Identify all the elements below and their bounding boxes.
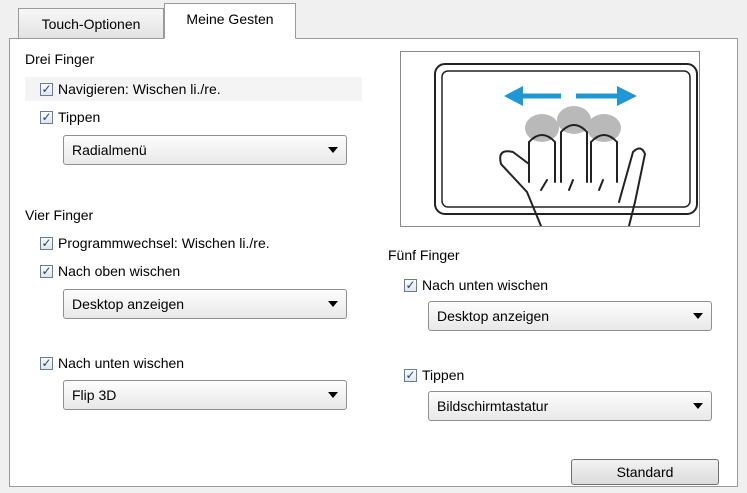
checkbox-label: Nach unten wischen <box>58 355 185 371</box>
gestures-panel: Drei Finger ✓ Navigieren: Wischen li./re… <box>9 38 738 487</box>
checkbox-check-icon: ✓ <box>40 110 53 124</box>
checkbox-five-finger-swipe-down[interactable]: ✓ Nach unten wischen <box>404 275 548 295</box>
select-four-finger-swipe-down-action[interactable]: Flip 3D <box>63 380 347 410</box>
tab-strip: Touch-Optionen Meine Gesten <box>0 0 747 39</box>
checkbox-four-finger-switch[interactable]: ✓ Programmwechsel: Wischen li./re. <box>40 233 270 253</box>
chevron-down-icon <box>328 301 338 307</box>
chevron-down-icon <box>328 392 338 398</box>
standard-button-label: Standard <box>616 464 674 480</box>
checkbox-four-finger-swipe-down[interactable]: ✓ Nach unten wischen <box>40 353 184 373</box>
group-title-five-finger: Fünf Finger <box>388 247 460 263</box>
tab-label: Meine Gesten <box>186 11 274 27</box>
chevron-down-icon <box>693 403 703 409</box>
select-value: Flip 3D <box>72 387 117 403</box>
checkbox-check-icon: ✓ <box>40 236 53 250</box>
checkbox-four-finger-swipe-up[interactable]: ✓ Nach oben wischen <box>40 261 180 281</box>
select-four-finger-swipe-up-action[interactable]: Desktop anzeigen <box>63 289 347 319</box>
checkbox-label: Nach oben wischen <box>58 263 181 279</box>
select-value: Desktop anzeigen <box>437 308 550 324</box>
select-value: Bildschirmtastatur <box>437 398 549 414</box>
checkbox-label: Programmwechsel: Wischen li./re. <box>58 235 270 251</box>
select-five-finger-tap-action[interactable]: Bildschirmtastatur <box>428 391 712 421</box>
checkbox-check-icon: ✓ <box>40 264 53 278</box>
checkbox-label: Tippen <box>58 109 101 125</box>
checkbox-check-icon: ✓ <box>404 368 417 382</box>
checkbox-label: Nach unten wischen <box>422 277 549 293</box>
chevron-down-icon <box>693 313 703 319</box>
checkbox-check-icon: ✓ <box>404 278 417 292</box>
checkbox-five-finger-tap[interactable]: ✓ Tippen <box>404 365 464 385</box>
checkbox-check-icon: ✓ <box>40 82 53 96</box>
select-value: Desktop anzeigen <box>72 296 185 312</box>
select-five-finger-swipe-down-action[interactable]: Desktop anzeigen <box>428 301 712 331</box>
select-value: Radialmenü <box>72 142 147 158</box>
tab-touch-options[interactable]: Touch-Optionen <box>18 8 164 38</box>
three-finger-swipe-icon <box>434 63 698 227</box>
standard-button[interactable]: Standard <box>571 459 719 485</box>
checkbox-label: Tippen <box>422 367 465 383</box>
select-three-finger-tap-action[interactable]: Radialmenü <box>63 135 347 165</box>
group-title-three-finger: Drei Finger <box>25 51 95 67</box>
gesture-preview-image <box>400 51 700 227</box>
checkbox-label: Navigieren: Wischen li./re. <box>58 81 221 97</box>
tab-label: Touch-Optionen <box>41 16 141 32</box>
checkbox-check-icon: ✓ <box>40 356 53 370</box>
checkbox-three-finger-tap[interactable]: ✓ Tippen <box>40 107 100 127</box>
group-title-four-finger: Vier Finger <box>25 207 94 223</box>
checkbox-three-finger-navigate[interactable]: ✓ Navigieren: Wischen li./re. <box>40 79 221 99</box>
chevron-down-icon <box>328 147 338 153</box>
tab-my-gestures[interactable]: Meine Gesten <box>164 3 296 39</box>
